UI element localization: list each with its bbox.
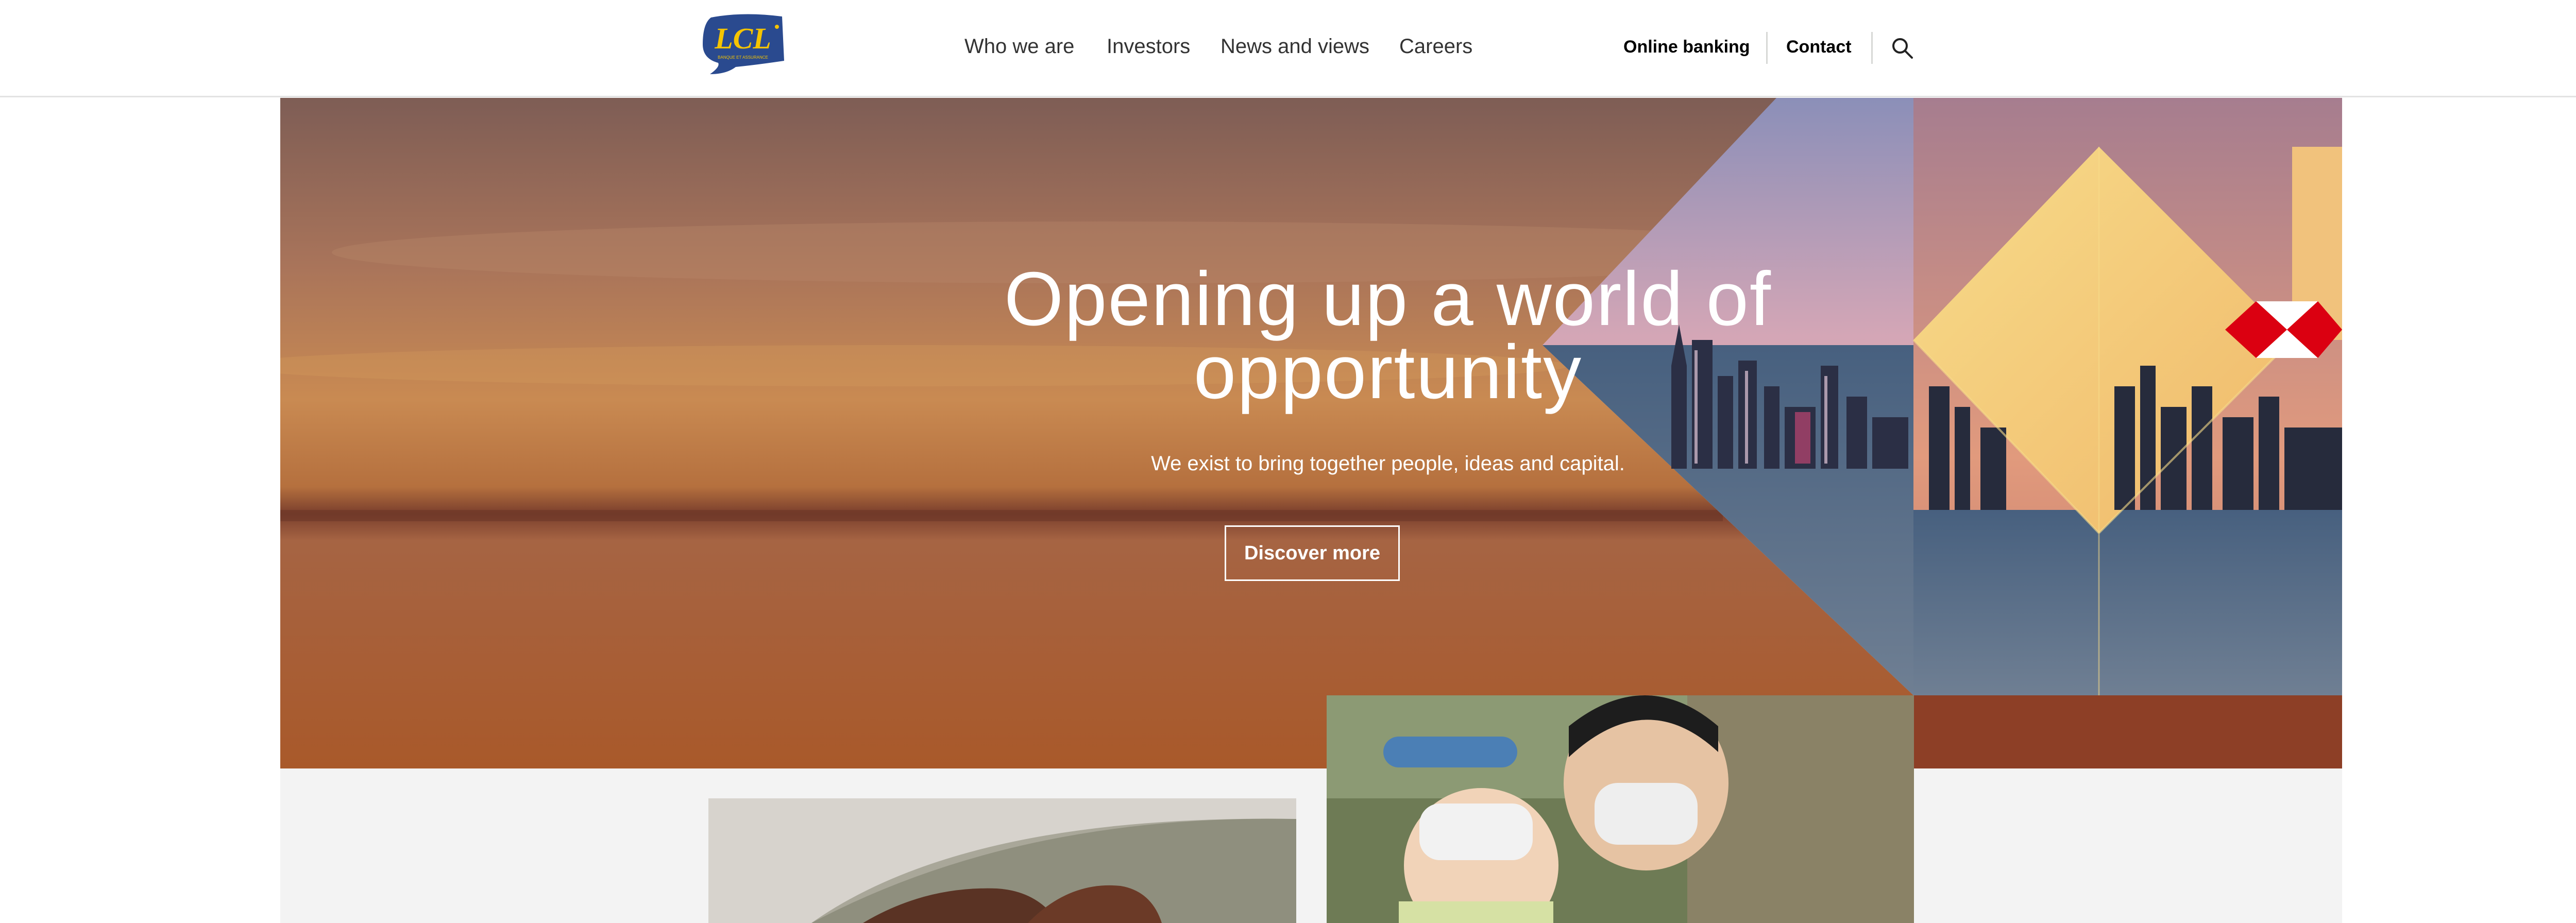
hero-headline-line-1: Opening up a world of bbox=[1004, 257, 1772, 341]
hero-headline: Opening up a world of opportunity bbox=[991, 261, 1785, 411]
feature-card-image-1[interactable] bbox=[708, 798, 1296, 923]
nav-investors[interactable]: Investors bbox=[1107, 35, 1190, 58]
hero-background-image bbox=[280, 98, 2342, 768]
contact-link[interactable]: Contact bbox=[1786, 37, 1852, 57]
feature-card-image bbox=[708, 798, 1296, 923]
utility-divider bbox=[1871, 32, 1873, 64]
feature-card-image-2[interactable] bbox=[1327, 695, 1914, 923]
hero-banner: Opening up a world of opportunity We exi… bbox=[280, 98, 2342, 768]
svg-text:LCL: LCL bbox=[714, 22, 771, 55]
svg-text:BANQUE ET ASSURANCE: BANQUE ET ASSURANCE bbox=[718, 55, 768, 60]
discover-more-button[interactable]: Discover more bbox=[1225, 525, 1400, 581]
site-header: LCL BANQUE ET ASSURANCE Who we are Inves… bbox=[0, 0, 2576, 97]
utility-divider bbox=[1766, 32, 1768, 64]
nav-who-we-are[interactable]: Who we are bbox=[964, 35, 1074, 58]
search-icon[interactable] bbox=[1889, 35, 1915, 61]
nav-news-and-views[interactable]: News and views bbox=[1221, 35, 1369, 58]
lcl-logo[interactable]: LCL BANQUE ET ASSURANCE bbox=[700, 13, 786, 75]
hero-headline-line-2: opportunity bbox=[1193, 330, 1583, 415]
nav-careers[interactable]: Careers bbox=[1399, 35, 1472, 58]
feature-card-image bbox=[1327, 695, 1914, 923]
online-banking-link[interactable]: Online banking bbox=[1623, 37, 1750, 57]
hero-subtext: We exist to bring together people, ideas… bbox=[1151, 452, 1625, 475]
